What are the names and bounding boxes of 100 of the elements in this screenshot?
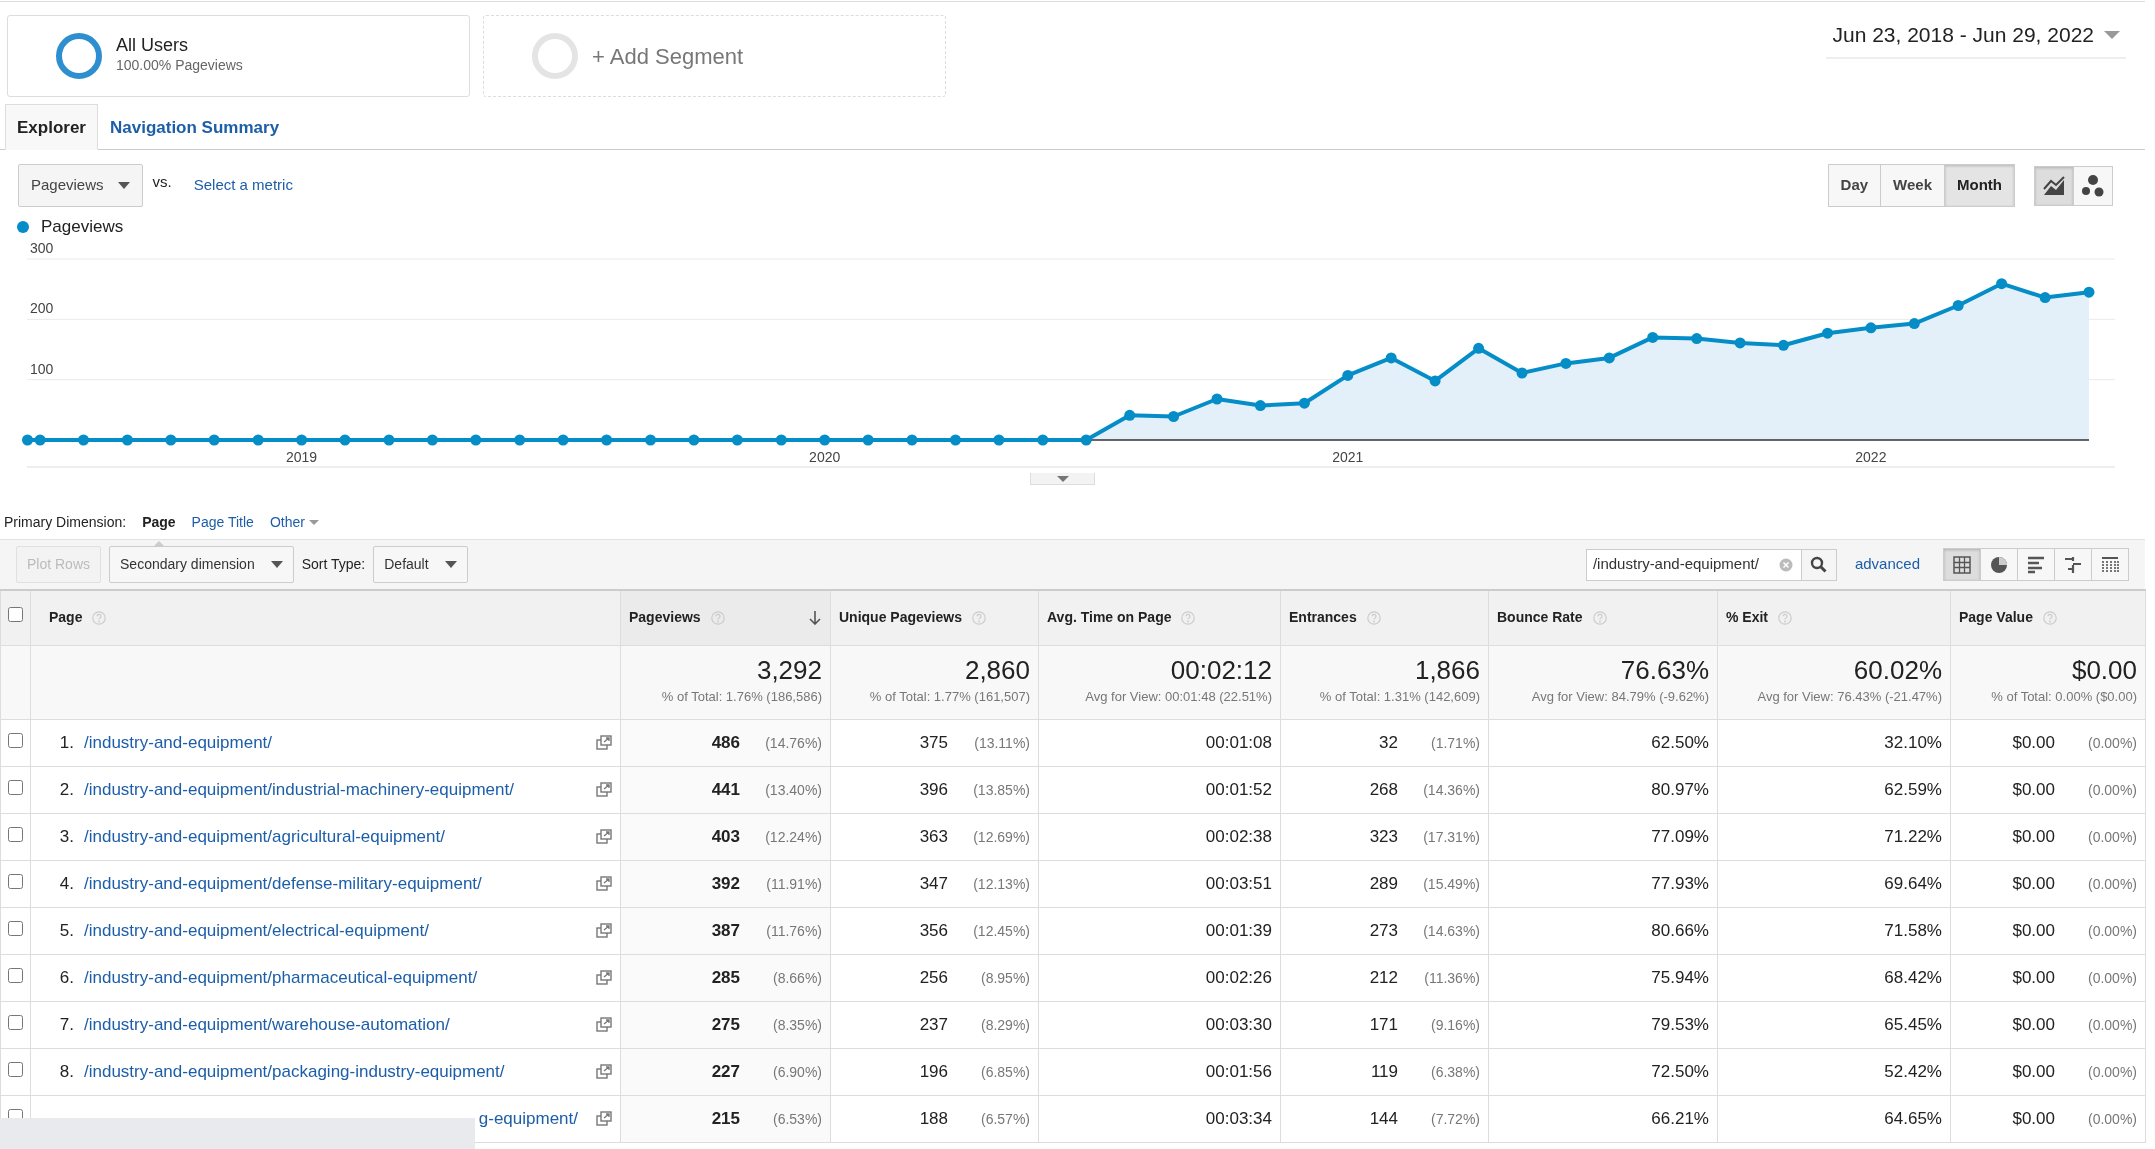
secondary-dimension-dropdown[interactable]: Secondary dimension bbox=[109, 546, 294, 583]
data-point bbox=[1037, 434, 1049, 446]
dimension-option[interactable]: Page Title bbox=[191, 511, 254, 533]
cell-value: 75.94% bbox=[1651, 966, 1709, 989]
column-header[interactable]: Page bbox=[49, 607, 83, 629]
data-point bbox=[645, 434, 656, 446]
cell-value: 00:01:56 bbox=[1205, 1060, 1272, 1083]
cell-share: (0.00%) bbox=[2086, 968, 2137, 988]
cell-value: 396 bbox=[919, 778, 948, 801]
cell-value: 275 bbox=[711, 1013, 740, 1036]
page-link[interactable]: /industry-and-equipment/warehouse-automation/ bbox=[84, 1011, 450, 1038]
data-point bbox=[252, 434, 264, 446]
cell-value: 00:02:26 bbox=[1205, 966, 1272, 989]
row-checkbox[interactable] bbox=[8, 732, 23, 748]
row-checkbox[interactable] bbox=[8, 920, 23, 936]
page-link[interactable]: /industry-and-equipment/ bbox=[84, 729, 273, 756]
tab[interactable]: Navigation Summary bbox=[98, 103, 292, 149]
cell-share: (6.90%) bbox=[771, 1062, 822, 1082]
page-link[interactable]: /industry-and-equipment/packaging-industry-equipment/ bbox=[84, 1058, 505, 1085]
dimension-option[interactable]: Other bbox=[269, 511, 319, 533]
cell-value: 403 bbox=[711, 825, 740, 848]
cell-value: 144 bbox=[1369, 1107, 1398, 1130]
cell-share: (12.69%) bbox=[972, 827, 1030, 847]
column-header[interactable]: % Exit bbox=[1726, 607, 1768, 629]
select-metric-link[interactable]: Select a metric bbox=[193, 174, 293, 197]
collapse-handle[interactable] bbox=[1030, 473, 1095, 485]
row-checkbox[interactable] bbox=[8, 967, 23, 983]
data-point bbox=[1778, 339, 1789, 351]
column-header[interactable]: Entrances bbox=[1289, 607, 1357, 629]
granularity-button[interactable]: Month bbox=[1944, 164, 2015, 207]
page-link[interactable]: /industry-and-equipment/pharmaceutical-equipment/ bbox=[84, 964, 478, 991]
cell-value: 65.45% bbox=[1884, 1013, 1942, 1036]
page-link[interactable]: /industry-and-equipment/industrial-machinery-equipment/ bbox=[84, 776, 514, 803]
cell-value: 441 bbox=[711, 778, 740, 801]
sort-type-dropdown[interactable]: Default bbox=[373, 546, 468, 583]
data-point bbox=[296, 434, 308, 446]
cell-share: (6.38%) bbox=[1429, 1062, 1480, 1082]
search-button[interactable] bbox=[1800, 548, 1837, 581]
data-point bbox=[339, 434, 351, 446]
page-link[interactable]: /industry-and-equipment/electrical-equipment/ bbox=[84, 917, 429, 944]
column-header[interactable]: Bounce Rate bbox=[1497, 607, 1583, 629]
total-detail: % of Total: 1.31% (142,609) bbox=[1318, 688, 1480, 707]
data-point bbox=[2039, 292, 2051, 304]
add-segment-button[interactable]: + Add Segment bbox=[483, 15, 946, 97]
data-point bbox=[731, 434, 743, 446]
row-checkbox[interactable] bbox=[8, 873, 23, 889]
pivot-view-button[interactable] bbox=[2091, 548, 2129, 581]
cell-value: $0.00 bbox=[2012, 825, 2055, 848]
header-checkbox[interactable] bbox=[8, 607, 23, 623]
granularity-button[interactable]: Week bbox=[1880, 164, 1945, 207]
cell-share: (0.00%) bbox=[2086, 827, 2137, 847]
cell-value: 00:03:30 bbox=[1205, 1013, 1272, 1036]
metric-dropdown[interactable]: Pageviews bbox=[18, 164, 143, 207]
cell-value: 273 bbox=[1369, 919, 1398, 942]
motion-chart-button[interactable] bbox=[2073, 165, 2113, 206]
filter-field[interactable]: /industry-and-equipment/ bbox=[1585, 548, 1802, 581]
page-link[interactable]: /industry-and-equipment/agricultural-equipment/ bbox=[84, 823, 445, 850]
data-point bbox=[1691, 333, 1703, 345]
row-checkbox[interactable] bbox=[8, 826, 23, 842]
pie-view-button[interactable] bbox=[1980, 548, 2018, 581]
advanced-link[interactable]: advanced bbox=[1854, 553, 1920, 576]
comparison-view-button[interactable] bbox=[2054, 548, 2092, 581]
column-header[interactable]: Page Value bbox=[1959, 607, 2033, 629]
segment-detail: 100.00% Pageviews bbox=[116, 56, 243, 76]
help-icon bbox=[710, 610, 725, 625]
data-point bbox=[165, 434, 177, 446]
cell-share: (14.36%) bbox=[1422, 780, 1480, 800]
tab[interactable]: Explorer bbox=[5, 103, 98, 150]
data-point bbox=[775, 434, 787, 446]
row-number: 3. bbox=[58, 825, 75, 848]
segment-name: All Users bbox=[116, 35, 189, 56]
help-icon bbox=[1778, 610, 1792, 625]
page-link[interactable]: g-equipment/ bbox=[478, 1105, 578, 1132]
cell-value: $0.00 bbox=[2012, 731, 2055, 754]
page-link[interactable]: /industry-and-equipment/defense-military-equipment/ bbox=[84, 870, 482, 897]
total-detail: % of Total: 1.76% (186,586) bbox=[660, 688, 822, 707]
data-point bbox=[383, 434, 395, 446]
clear-icon bbox=[1778, 557, 1793, 572]
help-icon bbox=[1366, 610, 1381, 625]
cell-value: 00:03:34 bbox=[1205, 1107, 1272, 1130]
cell-share: (13.85%) bbox=[972, 780, 1030, 800]
column-header[interactable]: Pageviews bbox=[629, 607, 701, 629]
row-checkbox[interactable] bbox=[8, 1014, 23, 1030]
cell-value: 00:02:38 bbox=[1205, 825, 1272, 848]
area-chart-icon bbox=[2042, 174, 2066, 197]
granularity-button[interactable]: Day bbox=[1827, 164, 1882, 207]
external-link-icon bbox=[596, 970, 612, 985]
cell-share: (14.63%) bbox=[1422, 921, 1480, 941]
cell-share: (13.11%) bbox=[973, 733, 1030, 753]
external-link-icon bbox=[596, 1064, 612, 1079]
date-range-picker[interactable]: Jun 23, 2018 - Jun 29, 2022 bbox=[1826, 19, 2126, 59]
cell-value: $0.00 bbox=[2012, 1060, 2055, 1083]
table-view-button[interactable] bbox=[1943, 548, 1981, 581]
row-checkbox[interactable] bbox=[8, 1061, 23, 1077]
caret-icon bbox=[2104, 30, 2120, 39]
cell-value: 237 bbox=[919, 1013, 948, 1036]
line-chart-button[interactable] bbox=[2034, 165, 2074, 206]
bar-view-button[interactable] bbox=[2017, 548, 2055, 581]
row-checkbox[interactable] bbox=[8, 779, 23, 795]
data-point bbox=[514, 434, 526, 446]
